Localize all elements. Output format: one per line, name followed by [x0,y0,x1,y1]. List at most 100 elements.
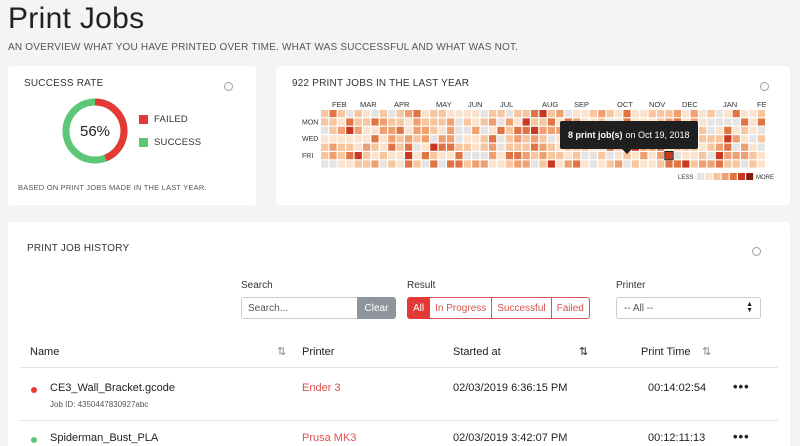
heatmap-day-cell[interactable] [379,160,387,168]
heatmap-day-cell[interactable] [732,135,740,143]
heatmap-day-cell[interactable] [354,135,362,143]
heatmap-day-cell[interactable] [489,143,497,151]
heatmap-day-cell[interactable] [472,118,480,126]
heatmap-day-cell[interactable] [346,160,354,168]
heatmap-day-cell[interactable] [514,118,522,126]
heatmap-day-cell[interactable] [631,152,639,160]
heatmap-day-cell[interactable] [463,160,471,168]
heatmap-day-cell[interactable] [707,110,715,118]
heatmap-day-cell[interactable] [531,143,539,151]
heatmap-day-cell[interactable] [539,110,547,118]
heatmap-day-cell[interactable] [573,152,581,160]
heatmap-day-cell[interactable] [480,126,488,134]
heatmap-day-cell[interactable] [497,126,505,134]
heatmap-day-cell[interactable] [699,135,707,143]
history-option-radio[interactable] [752,247,761,256]
heatmap-day-cell[interactable] [556,160,564,168]
heatmap-day-cell[interactable] [497,143,505,151]
heatmap-day-cell[interactable] [505,118,513,126]
heatmap-day-cell[interactable] [522,160,530,168]
heatmap-day-cell[interactable] [556,152,564,160]
heatmap-day-cell[interactable] [522,152,530,160]
heatmap-day-cell[interactable] [589,160,597,168]
heatmap-day-cell[interactable] [749,135,757,143]
success-card-option-radio[interactable] [224,82,233,91]
time-sort-icon[interactable]: ⇅ [702,345,711,358]
heatmap-day-cell[interactable] [690,160,698,168]
heatmap-day-cell[interactable] [547,152,555,160]
heatmap-day-cell[interactable] [531,135,539,143]
heatmap-day-cell[interactable] [463,143,471,151]
heatmap-day-cell[interactable] [497,152,505,160]
heatmap-day-cell[interactable] [489,118,497,126]
heatmap-day-cell[interactable] [480,143,488,151]
heatmap-day-cell[interactable] [715,126,723,134]
heatmap-day-cell[interactable] [354,143,362,151]
heatmap-day-cell[interactable] [354,152,362,160]
heatmap-day-cell[interactable] [547,126,555,134]
heatmap-day-cell[interactable] [447,135,455,143]
heatmap-day-cell[interactable] [741,110,749,118]
heatmap-day-cell[interactable] [615,110,623,118]
heatmap-day-cell[interactable] [463,126,471,134]
heatmap-day-cell[interactable] [321,160,329,168]
heatmap-day-cell[interactable] [438,110,446,118]
heatmap-day-cell[interactable] [514,160,522,168]
result-failed-button[interactable]: Failed [551,297,590,319]
heatmap-day-cell[interactable] [405,160,413,168]
heatmap-day-cell[interactable] [665,160,673,168]
heatmap-day-cell[interactable] [396,143,404,151]
heatmap-day-cell[interactable] [606,110,614,118]
heatmap-day-cell[interactable] [522,110,530,118]
heatmap-day-cell[interactable] [405,118,413,126]
heatmap-day-cell[interactable] [489,160,497,168]
heatmap-day-cell[interactable] [430,160,438,168]
heatmap-day-cell[interactable] [531,160,539,168]
heatmap-day-cell[interactable] [455,118,463,126]
heatmap-day-cell[interactable] [405,143,413,151]
heatmap-day-cell[interactable] [657,152,665,160]
heatmap-day-cell[interactable] [715,110,723,118]
heatmap-day-cell[interactable] [665,110,673,118]
heatmap-day-cell[interactable] [430,126,438,134]
heatmap-day-cell[interactable] [640,110,648,118]
heatmap-day-cell[interactable] [463,118,471,126]
heatmap-day-cell[interactable] [690,152,698,160]
heatmap-day-cell[interactable] [354,160,362,168]
heatmap-day-cell[interactable] [455,110,463,118]
heatmap-day-cell[interactable] [757,118,765,126]
heatmap-day-cell[interactable] [522,118,530,126]
heatmap-day-cell[interactable] [463,135,471,143]
heatmap-day-cell[interactable] [337,143,345,151]
heatmap-day-cell[interactable] [396,118,404,126]
heatmap-day-cell[interactable] [371,160,379,168]
heatmap-day-cell[interactable] [346,152,354,160]
heatmap-day-cell[interactable] [707,160,715,168]
heatmap-day-cell[interactable] [455,126,463,134]
heatmap-day-cell[interactable] [421,118,429,126]
heatmap-day-cell[interactable] [363,135,371,143]
heatmap-day-cell[interactable] [363,118,371,126]
heatmap-day-cell[interactable] [388,110,396,118]
heatmap-day-cell[interactable] [581,152,589,160]
heatmap-day-cell[interactable] [547,135,555,143]
heatmap-day-cell[interactable] [715,152,723,160]
heatmap-day-cell[interactable] [388,160,396,168]
heatmap-day-cell[interactable] [505,143,513,151]
heatmap-day-cell[interactable] [430,118,438,126]
heatmap-day-cell[interactable] [413,118,421,126]
heatmap-day-cell[interactable] [329,160,337,168]
heatmap-day-cell[interactable] [371,152,379,160]
heatmap-day-cell[interactable] [346,118,354,126]
heatmap-day-cell[interactable] [363,126,371,134]
heatmap-day-cell[interactable] [430,135,438,143]
heatmap-day-cell[interactable] [497,118,505,126]
heatmap-day-cell[interactable] [598,152,606,160]
heatmap-day-cell[interactable] [455,135,463,143]
heatmap-day-cell[interactable] [539,152,547,160]
heatmap-day-cell[interactable] [640,152,648,160]
heatmap-day-cell[interactable] [623,160,631,168]
heatmap-day-cell[interactable] [379,152,387,160]
heatmap-day-cell[interactable] [699,118,707,126]
heatmap-day-cell[interactable] [321,143,329,151]
